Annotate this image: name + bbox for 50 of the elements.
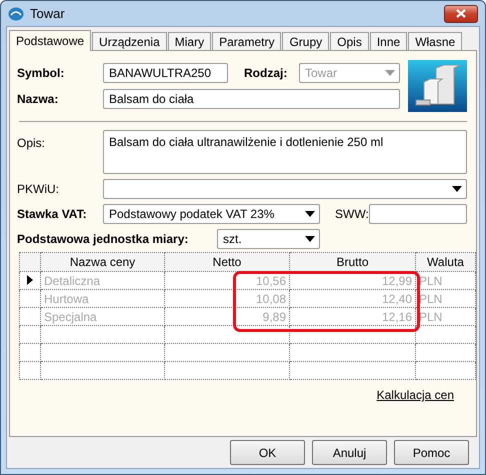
tab[interactable]: Grupy [282, 32, 330, 51]
dropdown-arrow-icon [385, 70, 395, 76]
dropdown-arrow-icon [305, 211, 315, 217]
tab[interactable]: Miary [168, 32, 212, 51]
unit-dropdown[interactable]: szt. [217, 229, 320, 249]
tab[interactable]: Parametry [212, 32, 282, 51]
column-header: Waluta [416, 252, 476, 272]
field-label: SWW: [335, 207, 369, 221]
tab[interactable]: Własne [408, 32, 462, 51]
app-logo-icon [8, 6, 24, 20]
sww-field[interactable] [369, 204, 467, 224]
table-cell: Detaliczna [40, 272, 164, 290]
close-icon [456, 9, 466, 18]
dropdown-arrow-icon [452, 186, 462, 192]
dropdown-arrow-icon [305, 236, 315, 242]
field-label: PKWiU: [17, 182, 60, 196]
tab[interactable]: Opis [330, 32, 369, 51]
field-label: Stawka VAT: [17, 207, 88, 221]
column-header: Brutto [290, 252, 416, 272]
table-cell: PLN [416, 290, 476, 308]
vat-rate-dropdown[interactable]: Podstawowy podatek VAT 23% [103, 204, 320, 224]
window-title: Towar [30, 6, 66, 21]
table-cell: Specjalna [40, 308, 164, 326]
product-boxes-icon [408, 60, 467, 112]
tab[interactable]: Urządzenia [92, 32, 167, 51]
dialog-button[interactable]: Anuluj [312, 440, 387, 465]
tab[interactable]: Inne [370, 32, 408, 51]
table-cell: 10,08 [164, 290, 290, 308]
dialog-button[interactable]: OK [230, 440, 305, 465]
column-header: Nazwa ceny [40, 252, 164, 272]
dialog-button[interactable]: Pomoc [394, 440, 469, 465]
table-cell: 12,16 [290, 308, 416, 326]
price-calculation-link[interactable]: Kalkulacja cen [376, 388, 454, 402]
table-cell: 12,40 [290, 290, 416, 308]
field-label: Rodzaj: [244, 66, 288, 80]
table-cell: PLN [416, 308, 476, 326]
table-cell: Hurtowa [40, 290, 164, 308]
description-field[interactable]: Balsam do ciała ultranawilżenie i dotlenienie 250 ml [103, 130, 467, 174]
name-field[interactable]: Balsam do ciała [103, 89, 400, 109]
column-header: Netto [164, 252, 290, 272]
field-label: Symbol: [17, 66, 66, 80]
table-cell: 9,89 [164, 308, 290, 326]
field-label: Opis: [17, 136, 46, 150]
table-cell: PLN [416, 272, 476, 290]
pkwiu-dropdown[interactable] [103, 179, 467, 199]
field-label: Podstawowa jednostka miary: [17, 232, 190, 246]
close-button[interactable] [444, 4, 478, 22]
tab[interactable]: Podstawowe [9, 30, 92, 51]
field-label: Nazwa: [17, 92, 60, 106]
symbol-field[interactable]: BANAWULTRA250 [103, 63, 228, 83]
